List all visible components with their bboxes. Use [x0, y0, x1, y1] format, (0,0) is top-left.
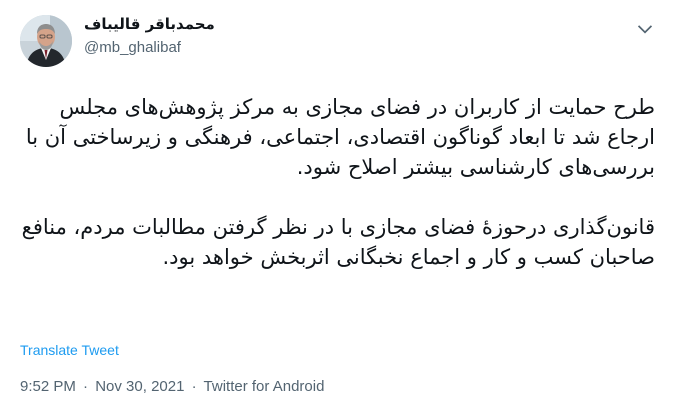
tweet-date[interactable]: Nov 30, 2021: [95, 378, 184, 395]
tweet-card: محمدباقر قالیباف @mb_ghalibaf طرح حمایت …: [0, 0, 677, 419]
tweet-header: محمدباقر قالیباف @mb_ghalibaf: [20, 13, 655, 69]
avatar[interactable]: [20, 15, 72, 67]
display-name[interactable]: محمدباقر قالیباف: [84, 14, 215, 34]
tweet-paragraph: طرح حمایت از کاربران در فضای مجازی به مر…: [25, 95, 655, 179]
chevron-down-icon[interactable]: [635, 19, 655, 39]
tweet-source[interactable]: Twitter for Android: [204, 378, 325, 395]
meta-separator: ·: [191, 378, 197, 395]
meta-separator: ·: [83, 378, 89, 395]
user-meta: محمدباقر قالیباف @mb_ghalibaf: [84, 13, 215, 58]
tweet-text: طرح حمایت از کاربران در فضای مجازی به مر…: [20, 92, 655, 272]
user-handle[interactable]: @mb_ghalibaf: [84, 38, 215, 58]
translate-tweet-link[interactable]: Translate Tweet: [20, 342, 119, 358]
tweet-metadata: 9:52 PM · Nov 30, 2021 · Twitter for And…: [20, 378, 324, 395]
tweet-time[interactable]: 9:52 PM: [20, 378, 76, 395]
avatar-image: [20, 15, 72, 67]
tweet-paragraph: قانون‌گذاری درحوزهٔ فضای مجازی با در نظر…: [21, 215, 655, 269]
